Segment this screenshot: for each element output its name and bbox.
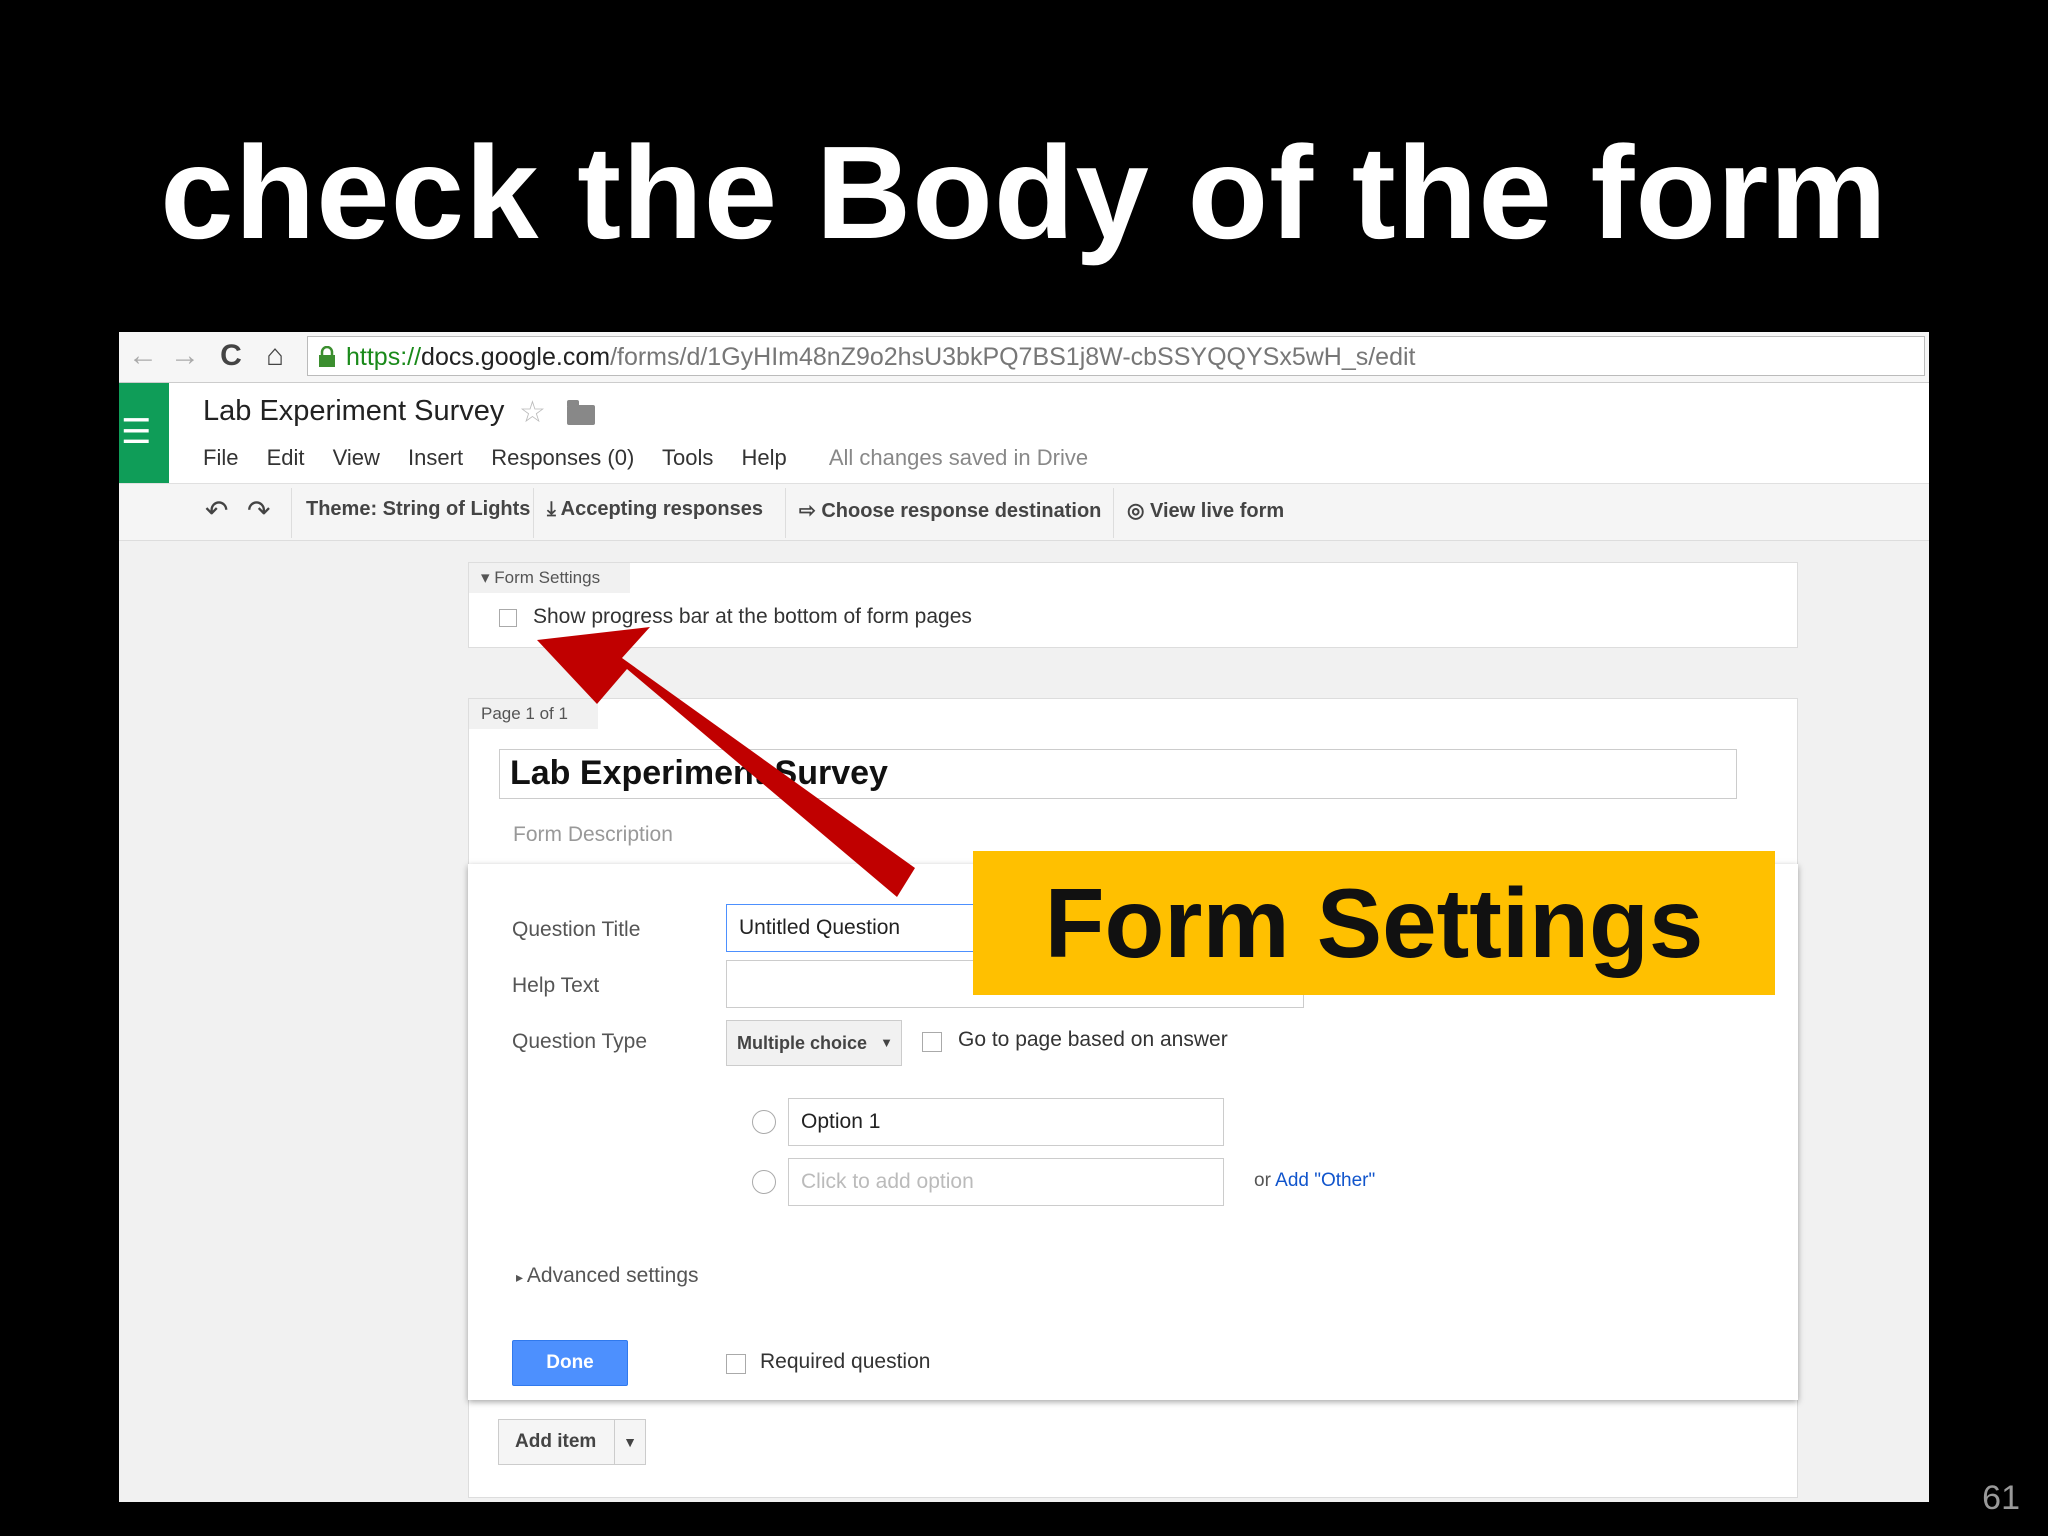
option-1-input[interactable]: Option 1 (788, 1098, 1224, 1146)
caret-down-icon: ▼ (880, 1035, 893, 1050)
form-settings-tab[interactable]: ▾ Form Settings (469, 563, 631, 593)
lock-icon (319, 346, 335, 367)
url-scheme: https:// (346, 343, 422, 371)
view-live-form-label: View live form (1150, 500, 1285, 522)
home-icon[interactable]: ⌂ (255, 338, 295, 374)
done-button[interactable]: Done (512, 1340, 628, 1386)
slide-number: 61 (1982, 1479, 2020, 1517)
view-live-form-button[interactable]: ◎ View live form (1127, 498, 1284, 523)
forward-arrow-icon[interactable]: → (165, 338, 205, 374)
question-type-label: Question Type (512, 1030, 648, 1053)
accepting-responses-label: Accepting responses (560, 498, 763, 520)
add-other-row: or Add "Other" (1254, 1170, 1375, 1192)
slide-title: check the Body of the form (160, 119, 1888, 266)
or-text: or (1254, 1170, 1271, 1191)
export-icon: ⇨ (799, 500, 822, 522)
form-description-field[interactable]: Form Description (513, 823, 673, 847)
add-item-label: Add item (515, 1431, 597, 1452)
triangle-right-icon: ▸ (516, 1269, 527, 1285)
help-text-label: Help Text (512, 974, 600, 997)
form-title-text: Lab Experiment Survey (510, 754, 888, 792)
toolbar-divider (533, 488, 534, 538)
toolbar: ↶ ↷ Theme: String of Lights ⤓ Accepting … (119, 484, 1929, 541)
forms-logo-icon[interactable]: ☰ (119, 383, 169, 483)
inbox-icon: ⤓ (547, 498, 561, 520)
option-1-radio (752, 1110, 776, 1134)
star-icon[interactable]: ☆ (519, 395, 546, 430)
menu-file[interactable]: File (203, 445, 238, 470)
required-question-checkbox[interactable] (726, 1354, 746, 1374)
required-question-label: Required question (760, 1350, 931, 1373)
menu-bar: File Edit View Insert Responses (0) Tool… (203, 445, 1110, 471)
accepting-responses-button[interactable]: ⤓ Accepting responses (547, 498, 763, 521)
url-field[interactable]: https://docs.google.com/forms/d/1GyHIm48… (307, 336, 1925, 376)
toolbar-divider (291, 488, 292, 538)
advanced-settings-label: Advanced settings (526, 1264, 699, 1287)
back-arrow-icon[interactable]: ← (123, 338, 163, 374)
question-type-value: Multiple choice (737, 1033, 868, 1053)
go-to-page-checkbox[interactable] (922, 1032, 942, 1052)
url-path: /forms/d/1GyHIm48nZ9o2hsU3bkPQ7BS1j8W-cb… (610, 343, 1416, 371)
advanced-settings-toggle[interactable]: ▸ Advanced settings (516, 1264, 699, 1288)
form-settings-panel: ▾ Form Settings Show progress bar at the… (468, 562, 1798, 648)
progress-bar-label: Show progress bar at the bottom of form … (533, 605, 972, 628)
form-title-field[interactable]: Lab Experiment Survey (499, 749, 1737, 799)
menu-insert[interactable]: Insert (408, 445, 463, 470)
toolbar-divider (1113, 488, 1114, 538)
url-text: https://docs.google.com/forms/d/1GyHIm48… (346, 341, 1415, 373)
caret-down-icon[interactable]: ▼ (614, 1420, 645, 1464)
go-to-page-label: Go to page based on answer (958, 1028, 1228, 1051)
question-title-label: Question Title (512, 918, 641, 941)
menu-responses[interactable]: Responses (0) (491, 445, 634, 470)
menu-help[interactable]: Help (741, 445, 786, 470)
theme-button[interactable]: Theme: String of Lights (306, 498, 530, 521)
globe-icon: ◎ (1127, 500, 1151, 522)
add-option-radio (752, 1170, 776, 1194)
save-status: All changes saved in Drive (828, 445, 1089, 470)
undo-icon[interactable]: ↶ (205, 494, 228, 527)
app-header: ☰ Lab Experiment Survey ☆ File Edit View… (119, 383, 1929, 484)
toolbar-divider (785, 488, 786, 538)
add-other-link[interactable]: Add "Other" (1275, 1170, 1375, 1191)
document-title[interactable]: Lab Experiment Survey (203, 395, 504, 428)
add-item-button[interactable]: Add item ▼ (498, 1419, 646, 1465)
menu-tools[interactable]: Tools (662, 445, 713, 470)
menu-edit[interactable]: Edit (267, 445, 305, 470)
question-type-dropdown[interactable]: Multiple choice ▼ (726, 1020, 902, 1066)
form-settings-callout: Form Settings (973, 851, 1775, 995)
reload-icon[interactable]: C (211, 338, 251, 374)
progress-bar-checkbox[interactable] (499, 609, 517, 627)
response-destination-button[interactable]: ⇨ Choose response destination (799, 498, 1101, 523)
form-settings-tab-label: Form Settings (494, 568, 601, 587)
url-host: docs.google.com (421, 343, 611, 371)
triangle-down-icon: ▾ (481, 568, 495, 587)
menu-view[interactable]: View (333, 445, 380, 470)
response-destination-label: Choose response destination (821, 500, 1102, 522)
redo-icon[interactable]: ↷ (247, 494, 270, 527)
page-label: Page 1 of 1 (469, 699, 598, 729)
folder-icon[interactable] (567, 400, 595, 425)
add-option-input[interactable]: Click to add option (788, 1158, 1224, 1206)
address-bar: ← → C ⌂ https://docs.google.com/forms/d/… (119, 332, 1929, 383)
